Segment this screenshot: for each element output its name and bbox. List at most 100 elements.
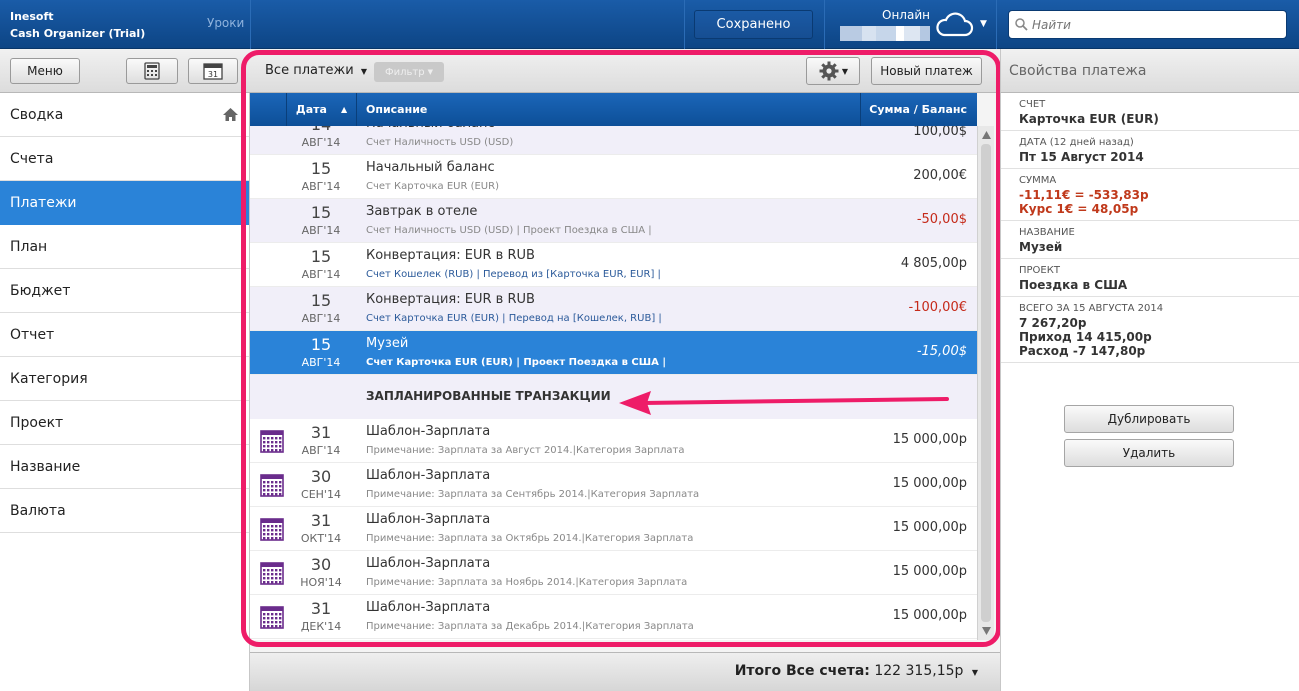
scheduled-calendar-icon <box>260 430 284 453</box>
sidebar-item[interactable]: План <box>0 225 249 269</box>
saved-button[interactable]: Сохранено <box>694 10 813 39</box>
payment-amount: -100,00€ <box>908 300 967 315</box>
project-property[interactable]: ПРОЕКТ Поездка в США <box>1001 259 1299 297</box>
payment-row[interactable]: 15 АВГ'14 Музей Счет Карточка EUR (EUR) | П… <box>250 331 977 375</box>
payment-title: Начальный баланс <box>366 126 495 131</box>
project-label: ПРОЕКТ <box>1019 265 1060 276</box>
income-value: Приход 14 415,00р <box>1019 330 1152 344</box>
scheduled-month: ДЕК'14 <box>300 620 342 633</box>
new-payment-button[interactable]: Новый платеж <box>871 57 982 85</box>
scheduled-row[interactable]: 31 АВГ'14 Шаблон-Зарплата Примечание: Зарпл… <box>250 419 977 463</box>
home-icon[interactable] <box>222 107 239 122</box>
date-property[interactable]: ДАТА (12 дней назад) Пт 15 Август 2014 <box>1001 131 1299 169</box>
sidebar-item-label: Бюджет <box>10 282 71 299</box>
sidebar-item[interactable]: Отчет <box>0 313 249 357</box>
scheduled-title: Шаблон-Зарплата <box>366 468 491 483</box>
scrollbar-thumb[interactable] <box>981 144 991 622</box>
scheduled-amount: 15 000,00р <box>892 432 967 447</box>
filter-button[interactable]: Фильтр ▼ <box>374 62 444 82</box>
sidebar-item-label: Платежи <box>10 194 77 211</box>
sidebar-item[interactable]: Название <box>0 445 249 489</box>
online-bar-segment <box>840 26 862 41</box>
sidebar-item[interactable]: Платежи <box>0 181 249 225</box>
sidebar-item[interactable]: Сводка <box>0 93 249 137</box>
search-input[interactable] <box>1032 17 1272 32</box>
calculator-icon <box>144 62 160 80</box>
scrollbar[interactable] <box>977 126 994 640</box>
scheduled-amount: 15 000,00р <box>892 476 967 491</box>
gear-icon <box>819 61 839 81</box>
scheduled-details: Примечание: Зарплата за Октябрь 2014.|Ка… <box>366 533 694 544</box>
payment-amount: -15,00$ <box>916 344 967 359</box>
scheduled-row[interactable]: 31 ДЕК'14 Шаблон-Зарплата Примечание: Зарпл… <box>250 595 977 639</box>
scheduled-row[interactable]: 31 ОКТ'14 Шаблон-Зарплата Примечание: Зарпл… <box>250 507 977 551</box>
sidebar-item[interactable]: Бюджет <box>0 269 249 313</box>
scheduled-day: 31 <box>310 423 332 442</box>
account-value: Карточка EUR (EUR) <box>1019 112 1159 126</box>
payment-amount: -50,00$ <box>916 212 967 227</box>
day-total-property: ВСЕГО ЗА 15 АВГУСТА 2014 7 267,20р Прихо… <box>1001 297 1299 363</box>
chevron-down-icon[interactable]: ▼ <box>980 19 987 29</box>
sidebar-item-label: Проект <box>10 414 64 431</box>
payment-row[interactable]: 15 АВГ'14 Начальный баланс Счет Карточка EU… <box>250 155 977 199</box>
payment-month: АВГ'14 <box>301 312 341 325</box>
column-header-description[interactable]: Описание <box>357 93 861 126</box>
sidebar-item[interactable]: Проект <box>0 401 249 445</box>
payment-details: Счет Карточка EUR (EUR) | Проект Поездка… <box>366 357 666 368</box>
chevron-down-icon: ▼ <box>841 66 849 76</box>
payment-row[interactable]: 14 АВГ'14 Начальный баланс Счет Наличность … <box>250 126 977 155</box>
sidebar-item-label: Название <box>10 458 81 475</box>
payment-day: 15 <box>310 247 332 266</box>
sidebar-item[interactable]: Валюта <box>0 489 249 533</box>
online-status-label: Онлайн <box>882 8 930 22</box>
all-payments-label: Все платежи <box>265 63 354 78</box>
search-box[interactable] <box>1008 10 1287 39</box>
menu-button[interactable]: Меню <box>10 58 80 84</box>
column-header-amount[interactable]: Сумма / Баланс <box>861 93 977 126</box>
scheduled-amount: 15 000,00р <box>892 520 967 535</box>
duplicate-button[interactable]: Дублировать <box>1064 405 1234 433</box>
payment-row[interactable]: 15 АВГ'14 Завтрак в отеле Счет Наличность U… <box>250 199 977 243</box>
sidebar-item-label: Сводка <box>10 106 64 123</box>
sort-ascending-icon: ▲ <box>340 105 348 114</box>
sidebar-item-label: Счета <box>10 150 54 167</box>
lessons-link[interactable]: Уроки <box>207 16 244 30</box>
sidebar-item-label: Отчет <box>10 326 55 343</box>
scheduled-row[interactable]: 30 СЕН'14 Шаблон-Зарплата Примечание: Зарпл… <box>250 463 977 507</box>
sum-value: -11,11€ = -533,83р <box>1019 188 1149 202</box>
chevron-down-icon: ▼ <box>427 68 433 76</box>
calendar-icon: 31 <box>203 63 223 80</box>
name-property[interactable]: НАЗВАНИЕ Музей <box>1001 221 1299 259</box>
calendar-button[interactable]: 31 <box>188 58 238 84</box>
divider <box>996 0 997 49</box>
payment-row[interactable]: 15 АВГ'14 Конвертация: EUR в RUB Счет Карто… <box>250 287 977 331</box>
scheduled-details: Примечание: Зарплата за Сентябрь 2014.|К… <box>366 489 700 500</box>
payment-title: Завтрак в отеле <box>366 204 478 219</box>
chevron-down-icon: ▼ <box>360 67 367 76</box>
payment-row[interactable]: 15 АВГ'14 Конвертация: EUR в RUB Счет Кошел… <box>250 243 977 287</box>
sidebar-item[interactable]: Категория <box>0 357 249 401</box>
delete-button[interactable]: Удалить <box>1064 439 1234 467</box>
sum-property[interactable]: СУММА -11,11€ = -533,83р Курс 1€ = 48,05… <box>1001 169 1299 221</box>
payments-toolbar: Все платежи ▼ Фильтр ▼ ▼ Новый платеж <box>250 49 1000 93</box>
scroll-down-icon[interactable] <box>981 626 992 636</box>
scroll-up-icon[interactable] <box>981 130 992 140</box>
chevron-down-icon: ▼ <box>971 668 978 677</box>
calendar-day: 31 <box>208 70 218 79</box>
sum-label: СУММА <box>1019 175 1057 186</box>
calculator-button[interactable] <box>126 58 178 84</box>
rate-value: Курс 1€ = 48,05р <box>1019 202 1139 216</box>
filter-label: Фильтр <box>385 66 425 78</box>
settings-button[interactable]: ▼ <box>806 57 860 85</box>
scheduled-row[interactable]: 30 НОЯ'14 Шаблон-Зарплата Примечание: Зарпл… <box>250 551 977 595</box>
all-payments-dropdown[interactable]: Все платежи ▼ <box>265 63 367 78</box>
left-toolbar: Меню 31 <box>0 49 250 93</box>
scheduled-details: Примечание: Зарплата за Ноябрь 2014.|Кат… <box>366 577 688 588</box>
totals-dropdown[interactable]: Итого Все счета: 122 315,15р ▼ <box>735 663 978 679</box>
cloud-icon[interactable] <box>934 10 974 40</box>
scheduled-day: 31 <box>310 511 332 530</box>
column-header-date[interactable]: Дата ▲ <box>287 93 357 126</box>
payment-title: Начальный баланс <box>366 160 495 175</box>
sidebar-item[interactable]: Счета <box>0 137 249 181</box>
account-property[interactable]: СЧЕТ Карточка EUR (EUR) <box>1001 93 1299 131</box>
